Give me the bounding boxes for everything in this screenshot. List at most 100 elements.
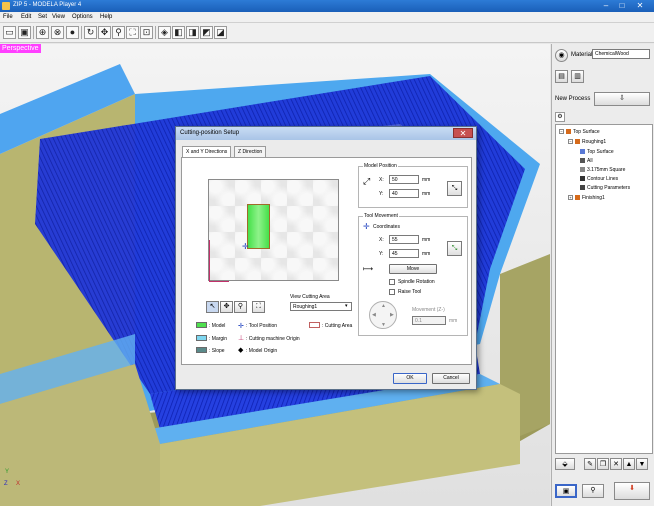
tab-panel: ✛ ↖ ✥ ⚲ ⛶ View Cutting Area Roughing1 ▾ … xyxy=(181,157,472,365)
view-cutting-area-select[interactable]: Roughing1 xyxy=(290,302,352,311)
delete-process-icon[interactable]: ✕ xyxy=(610,458,622,470)
legend-tool-position: : Tool Position xyxy=(246,323,278,329)
save-icon[interactable]: ▣ xyxy=(18,26,31,39)
model-x-field[interactable]: 50 xyxy=(389,175,419,184)
dialog-title: Cutting-position Setup xyxy=(176,127,476,140)
title-bar: ZIP 5 - MODELA Player 4 – □ ✕ xyxy=(0,0,654,12)
jog-right-icon[interactable]: ▶ xyxy=(390,312,394,318)
tool-move-icon: ⟼ xyxy=(363,266,374,273)
tool-x-field[interactable]: 55 xyxy=(389,235,419,244)
menu-help[interactable]: Help xyxy=(100,14,112,20)
model-x-label: X: xyxy=(379,177,384,183)
move-up-icon[interactable]: ▲ xyxy=(623,458,635,470)
movement-select[interactable]: 0.1 xyxy=(412,316,446,325)
cutting-position-dialog: Cutting-position Setup ✕ X and Y Directi… xyxy=(175,126,477,390)
tool-y-field[interactable]: 45 xyxy=(389,249,419,258)
model-outline xyxy=(247,204,270,249)
jog-up-icon[interactable]: ▲ xyxy=(381,303,386,309)
process-panel: ◉ Material ChemicalWood ▤ ▥ New Process … xyxy=(551,44,654,506)
tree-item-all[interactable]: All xyxy=(580,158,593,164)
toolbar-separator xyxy=(33,26,34,39)
copy-process-icon[interactable]: ❐ xyxy=(597,458,609,470)
legend-margin: : Margin xyxy=(209,336,228,342)
dialog-close-icon[interactable]: ✕ xyxy=(453,128,473,138)
view-bottom-icon[interactable]: ◪ xyxy=(214,26,227,39)
menu-bar: File Edit Set View Options Help xyxy=(0,12,654,23)
globe-icon[interactable]: ⊗ xyxy=(51,26,64,39)
tool-y-label: Y: xyxy=(379,251,384,257)
tree-item-finishing1[interactable]: + Finishing1 xyxy=(568,195,605,201)
fit-model-icon[interactable]: ⊡ xyxy=(140,26,153,39)
position-preview[interactable]: ✛ xyxy=(208,179,339,282)
close-button[interactable]: ✕ xyxy=(634,1,646,11)
origin-axis-x xyxy=(209,281,229,282)
menu-view[interactable]: View xyxy=(52,14,65,20)
menu-set[interactable]: Set xyxy=(38,14,47,20)
zoom-tool-icon[interactable]: ⚲ xyxy=(234,301,247,313)
new-file-icon[interactable]: ▭ xyxy=(3,26,16,39)
open-process-icon[interactable]: ▤ xyxy=(555,70,568,83)
tree-item-cutting-parameters[interactable]: Cutting Parameters xyxy=(580,185,630,191)
raise-tool-checkbox[interactable] xyxy=(389,289,395,295)
new-process-button[interactable]: ⇩ xyxy=(594,92,650,106)
fit-tool-icon[interactable]: ⛶ xyxy=(252,301,265,313)
tree-item-roughing1[interactable]: − Roughing1 xyxy=(568,139,606,145)
cut-icon[interactable]: ⬇ xyxy=(614,482,650,500)
tree-item-top-surface[interactable]: − Top Surface xyxy=(559,129,600,135)
legend-model-origin: : Model Origin xyxy=(246,348,278,354)
rotate-icon[interactable]: ↻ xyxy=(84,26,97,39)
model-position-icon: ⤢ xyxy=(363,176,371,186)
spindle-rotation-label: Spindle Rotation xyxy=(398,279,435,285)
view-front-icon[interactable]: ◧ xyxy=(172,26,185,39)
tree-tab-icon[interactable]: ⚙ xyxy=(555,112,565,122)
pan-tool-icon[interactable]: ✥ xyxy=(220,301,233,313)
view-iso-icon[interactable]: ◈ xyxy=(158,26,171,39)
menu-options[interactable]: Options xyxy=(72,14,93,20)
view-right-icon[interactable]: ◩ xyxy=(200,26,213,39)
cancel-button[interactable]: Cancel xyxy=(432,373,470,384)
origin-axis xyxy=(209,240,210,282)
set-tool-position-icon[interactable]: ⤡ xyxy=(447,241,462,256)
tree-item-contour-lines[interactable]: Contour Lines xyxy=(580,176,618,182)
edit-process-icon[interactable]: ✎ xyxy=(584,458,596,470)
pan-icon[interactable]: ✥ xyxy=(98,26,111,39)
tree-item-tool[interactable]: 3.175mm Square xyxy=(580,167,625,173)
tool-x-label: X: xyxy=(379,237,384,243)
view-cutting-area-label: View Cutting Area xyxy=(290,294,330,300)
maximize-button[interactable]: □ xyxy=(616,1,628,11)
legend-margin-swatch xyxy=(196,335,207,341)
set-model-position-icon[interactable]: ⤡ xyxy=(447,181,462,196)
toolbar-separator xyxy=(155,26,156,39)
legend-slope: : Slope xyxy=(209,348,225,354)
tool-position-icon: ✛ xyxy=(238,323,244,330)
preview-icon[interactable]: ▣ xyxy=(555,484,577,498)
view-mode-tag: Perspective xyxy=(0,44,41,53)
menu-edit[interactable]: Edit xyxy=(21,14,31,20)
jog-down-icon[interactable]: ▼ xyxy=(381,322,386,328)
ok-button[interactable]: OK xyxy=(393,373,427,384)
select-tool-icon[interactable]: ↖ xyxy=(206,301,219,313)
move-button[interactable]: Move xyxy=(389,264,437,274)
save-process-icon[interactable]: ▥ xyxy=(571,70,584,83)
sphere-icon[interactable]: ● xyxy=(66,26,79,39)
new-process-label: New Process xyxy=(555,96,591,102)
model-position-group: Model Position ⤢ X: 50 mm Y: 40 mm ⤡ xyxy=(358,163,468,208)
tree-item-top-surface-sub[interactable]: Top Surface xyxy=(580,149,614,155)
simulate-icon[interactable]: ⚲ xyxy=(582,484,604,498)
fit-all-icon[interactable]: ⛶ xyxy=(126,26,139,39)
world-icon[interactable]: ⊕ xyxy=(36,26,49,39)
spindle-rotation-checkbox[interactable] xyxy=(389,279,395,285)
minimize-button[interactable]: – xyxy=(600,1,612,11)
material-icon[interactable]: ◉ xyxy=(555,49,568,62)
model-y-field[interactable]: 40 xyxy=(389,189,419,198)
move-down-icon[interactable]: ▼ xyxy=(636,458,648,470)
add-process-icon[interactable]: ⬙ xyxy=(555,458,575,470)
view-top-icon[interactable]: ◨ xyxy=(186,26,199,39)
zoom-icon[interactable]: ⚲ xyxy=(112,26,125,39)
menu-file[interactable]: File xyxy=(3,14,13,20)
toolbar: ▭ ▣ ⊕ ⊗ ● ↻ ✥ ⚲ ⛶ ⊡ ◈ ◧ ◨ ◩ ◪ xyxy=(0,23,654,43)
tab-z-direction[interactable]: Z Direction xyxy=(234,146,267,157)
jog-left-icon[interactable]: ◀ xyxy=(372,312,376,318)
jog-pad[interactable]: ▲ ▼ ◀ ▶ xyxy=(369,301,397,329)
material-select[interactable]: ChemicalWood xyxy=(592,49,650,59)
